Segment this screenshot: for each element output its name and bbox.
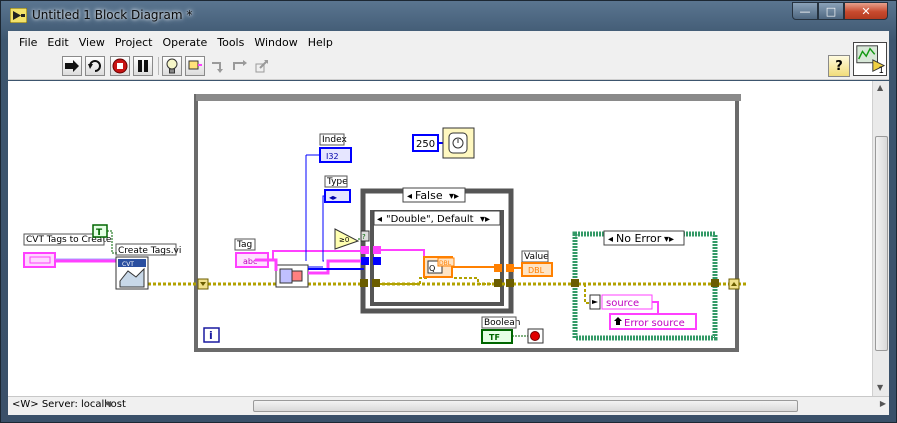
- stop-sign-icon: [112, 58, 128, 74]
- case-false-label: False: [415, 189, 443, 202]
- boolean-label: Boolean: [484, 318, 520, 328]
- run-continuously-icon: [88, 60, 101, 72]
- value-type-label: DBL: [528, 266, 545, 275]
- status-bar: <W> Server: localhost ◀ ▶: [8, 396, 889, 415]
- scroll-up-arrow[interactable]: ▲: [877, 83, 883, 92]
- horizontal-scroll-thumb[interactable]: [253, 400, 798, 412]
- tag-label: Tag: [236, 240, 252, 250]
- maximize-button[interactable]: □: [818, 2, 844, 20]
- wait-ms-value: 250: [416, 139, 435, 150]
- minimize-button[interactable]: —: [792, 2, 818, 20]
- diagram-svg: i ◂ False ▾▸ ◂ "Double", Default ▾▸ ◂ No…: [23, 94, 748, 352]
- menu-edit[interactable]: Edit: [42, 36, 73, 49]
- menu-view[interactable]: View: [74, 36, 110, 49]
- scroll-down-arrow[interactable]: ▼: [877, 383, 883, 392]
- svg-text:▾▸: ▾▸: [480, 214, 490, 225]
- context-help-button[interactable]: ?: [828, 55, 850, 77]
- case-double-label: "Double", Default: [386, 214, 474, 225]
- case-tunnel-value-out[interactable]: [506, 264, 514, 272]
- menu-operate[interactable]: Operate: [157, 36, 212, 49]
- svg-text:◂: ◂: [377, 214, 382, 225]
- abort-button[interactable]: [110, 56, 130, 76]
- case-tunnel-type-in[interactable]: [361, 257, 369, 265]
- menu-help[interactable]: Help: [303, 36, 338, 49]
- step-over-icon: [233, 60, 247, 70]
- toolbar-separator: [158, 57, 159, 75]
- run-continuously-button[interactable]: [85, 56, 105, 76]
- window-title: Untitled 1 Block Diagram *: [32, 8, 193, 22]
- step-into-button[interactable]: [208, 56, 228, 76]
- scroll-left-arrow[interactable]: ◀: [105, 399, 111, 408]
- scroll-right-arrow[interactable]: ▶: [880, 399, 886, 408]
- svg-text:◂: ◂: [407, 191, 412, 202]
- labview-window: Untitled 1 Block Diagram * — □ ✕ File Ed…: [0, 0, 897, 423]
- case-tunnel-tag-in[interactable]: [361, 246, 369, 254]
- dbl-node-label: DBL: [439, 260, 452, 267]
- highlight-execution-button[interactable]: [162, 56, 182, 76]
- error-source-text: Error source: [624, 318, 685, 329]
- step-out-icon: [255, 60, 268, 73]
- case-tunnel-error-out[interactable]: [506, 279, 514, 287]
- svg-text:▾▸: ▾▸: [664, 234, 674, 245]
- vi-icon-connector-pane[interactable]: 1: [853, 42, 887, 76]
- pause-button[interactable]: [133, 56, 153, 76]
- svg-text:≥0: ≥0: [339, 236, 349, 244]
- step-over-button[interactable]: [230, 56, 250, 76]
- case-tunnel-error-in[interactable]: [360, 279, 368, 287]
- source-text: source: [606, 298, 639, 309]
- block-diagram-canvas[interactable]: i ◂ False ▾▸ ◂ "Double", Default ▾▸ ◂ No…: [8, 81, 872, 396]
- svg-text:◂: ◂: [608, 234, 613, 245]
- menu-bar: File Edit View Project Operate Tools Win…: [8, 31, 889, 53]
- index-type-label: I32: [326, 152, 339, 161]
- title-bar[interactable]: Untitled 1 Block Diagram * — □ ✕: [1, 1, 896, 31]
- step-out-button[interactable]: [252, 56, 272, 76]
- vertical-scrollbar[interactable]: ▲ ▼: [872, 81, 889, 396]
- boolean-type-label: TF: [489, 333, 500, 342]
- vertical-scroll-thumb[interactable]: [875, 136, 888, 351]
- run-arrow-icon: [65, 60, 79, 72]
- type-label: Type: [326, 177, 348, 187]
- true-constant-label: T: [96, 228, 103, 238]
- while-loop-top-edge: [196, 94, 741, 101]
- svg-text:▾▸: ▾▸: [449, 191, 459, 202]
- retain-wire-values-button[interactable]: [185, 56, 205, 76]
- menu-project[interactable]: Project: [110, 36, 158, 49]
- probe-icon: [188, 60, 202, 70]
- type-arrows: ◂▸: [329, 193, 337, 202]
- horizontal-scrollbar[interactable]: ◀ ▶: [103, 398, 888, 414]
- menu-tools[interactable]: Tools: [212, 36, 249, 49]
- step-into-icon: [212, 62, 223, 73]
- menu-window[interactable]: Window: [249, 36, 302, 49]
- error-case-label: No Error: [616, 232, 662, 245]
- connector-number: 1: [878, 65, 883, 75]
- svg-text:Q: Q: [429, 264, 435, 273]
- pause-icon: [138, 60, 148, 72]
- iteration-terminal-label: i: [209, 329, 213, 342]
- toolbar: ? 1: [8, 42, 889, 80]
- lightbulb-icon: [166, 58, 178, 74]
- close-button[interactable]: ✕: [844, 2, 888, 20]
- cvt-icon-text: CVT: [122, 261, 134, 268]
- svg-text:?: ?: [362, 233, 366, 241]
- value-label: Value: [524, 252, 549, 262]
- menu-file[interactable]: File: [14, 36, 42, 49]
- run-button[interactable]: [62, 56, 82, 76]
- labview-block-diagram-icon: [10, 8, 27, 23]
